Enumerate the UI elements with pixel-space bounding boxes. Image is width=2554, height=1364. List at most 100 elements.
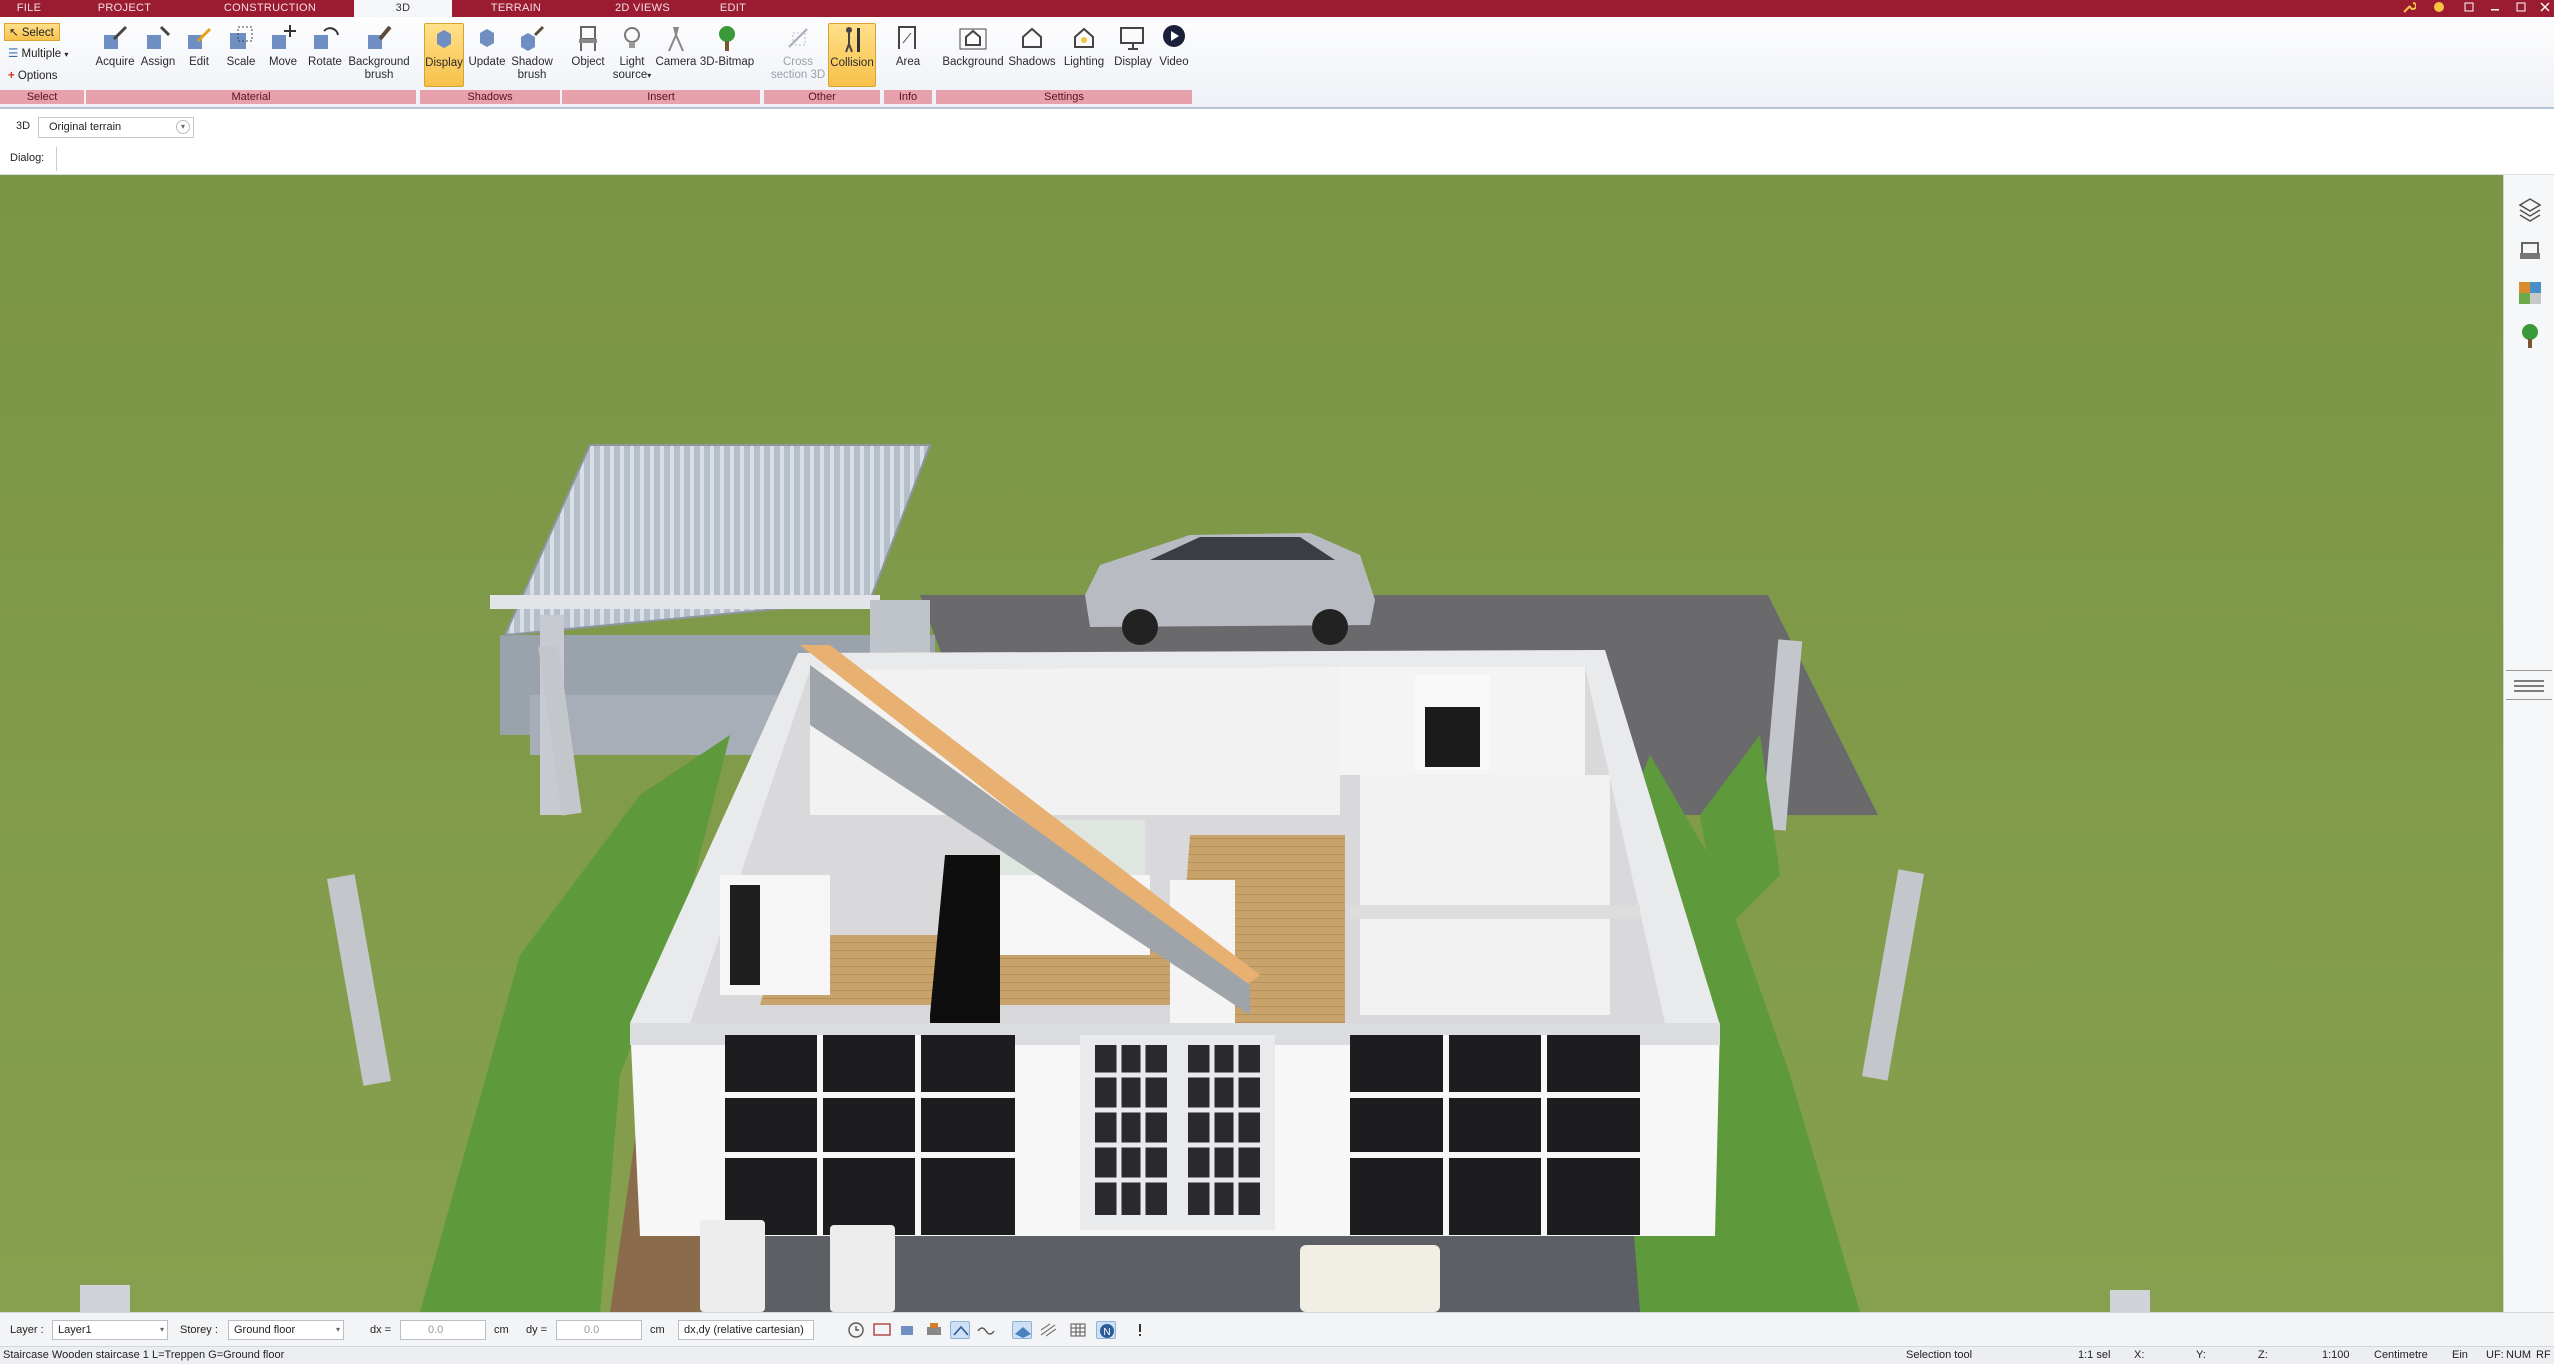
help-icon[interactable] xyxy=(2424,0,2454,17)
clock-icon[interactable] xyxy=(846,1321,866,1339)
panel-collapse-handle[interactable] xyxy=(2506,670,2552,700)
status-bar: Staircase Wooden staircase 1 L=Treppen G… xyxy=(0,1346,2554,1364)
cross-section-3d-button[interactable]: Cross section 3D xyxy=(770,23,826,82)
cube-shadow-icon xyxy=(437,30,451,48)
dialog-bar: Dialog: xyxy=(0,143,2554,175)
tree-icon[interactable] xyxy=(2516,321,2544,349)
screen-capture-icon[interactable] xyxy=(872,1321,892,1339)
snap-icon[interactable] xyxy=(950,1321,970,1339)
chevron-down-icon: ▾ xyxy=(159,1325,164,1334)
lightbulb-icon xyxy=(624,27,640,48)
cursor-icon: ↖ xyxy=(9,27,19,39)
group-label-info: Info xyxy=(884,90,932,104)
materials-icon[interactable] xyxy=(2516,279,2544,307)
active-tool: Selection tool xyxy=(1906,1349,1973,1361)
ein-indicator: Ein xyxy=(2452,1349,2468,1361)
chevron-down-icon: ▾ xyxy=(64,50,69,59)
input-bar: Layer : Layer1 ▾ Storey : Ground floor ▾… xyxy=(0,1312,2554,1346)
play-icon xyxy=(1163,25,1185,47)
wrench-icon[interactable] xyxy=(2394,0,2424,17)
tab-file[interactable]: FILE xyxy=(0,0,58,17)
select-button[interactable]: ↖ Select xyxy=(4,23,60,41)
selection-count: 1:1 sel xyxy=(2078,1349,2111,1361)
shadow-brush-button[interactable]: Shadow brush xyxy=(508,23,556,82)
chevron-down-icon: ▾ xyxy=(176,120,190,134)
close-icon[interactable] xyxy=(2530,0,2554,17)
terrain-select[interactable]: Original terrain ▾ xyxy=(38,117,194,138)
assign-button[interactable]: Assign xyxy=(138,23,178,69)
insert-camera-button[interactable]: Camera xyxy=(654,23,698,69)
print-icon[interactable] xyxy=(924,1321,944,1339)
background-brush-button[interactable]: Background brush xyxy=(346,23,412,82)
move-button[interactable]: Move xyxy=(264,23,302,69)
coordinate-mode-select[interactable]: dx,dy (relative cartesian) xyxy=(678,1320,814,1340)
tab-edit[interactable]: EDIT xyxy=(708,0,758,17)
right-side-panel xyxy=(2503,175,2554,1312)
x-coordinate-label: X: xyxy=(2134,1349,2145,1361)
3d-scene[interactable] xyxy=(0,175,2503,1312)
tab-3d[interactable]: 3D xyxy=(354,0,452,17)
storey-label: Storey : xyxy=(180,1324,218,1336)
unit-indicator: Centimetre xyxy=(2374,1349,2428,1361)
north-icon[interactable]: N xyxy=(1096,1321,1116,1339)
shadows-display-button[interactable]: Display xyxy=(424,23,464,87)
edit-material-button[interactable]: Edit xyxy=(180,23,218,69)
area-icon xyxy=(898,26,916,49)
cube-update-icon xyxy=(480,29,494,47)
tab-terrain[interactable]: TERRAIN xyxy=(456,0,576,17)
camera-path-icon[interactable] xyxy=(898,1321,918,1339)
group-label-insert: Insert xyxy=(562,90,760,104)
dx-unit: cm xyxy=(494,1324,509,1336)
hatch-icon[interactable] xyxy=(1038,1321,1058,1339)
layer-select[interactable]: Layer1 ▾ xyxy=(52,1320,168,1340)
acquire-button[interactable]: Acquire xyxy=(92,23,138,69)
storey-select[interactable]: Ground floor ▾ xyxy=(228,1320,344,1340)
tab-construction[interactable]: CONSTRUCTION xyxy=(190,0,350,17)
exclamation-icon[interactable] xyxy=(1130,1321,1150,1339)
brush-icon xyxy=(368,25,392,49)
grid-icon[interactable] xyxy=(1068,1321,1088,1339)
dx-input[interactable]: 0.0 xyxy=(400,1320,486,1340)
dy-unit: cm xyxy=(650,1324,665,1336)
person-wall-icon xyxy=(845,27,860,53)
dy-input[interactable]: 0.0 xyxy=(556,1320,642,1340)
uf-indicator: UF: xyxy=(2486,1349,2504,1361)
move-icon xyxy=(272,25,296,49)
svg-text:N: N xyxy=(1103,1327,1110,1338)
z-coordinate-label: Z: xyxy=(2258,1349,2268,1361)
dialog-label: Dialog: xyxy=(10,152,45,164)
monitor-icon xyxy=(1120,27,1144,50)
insert-3d-bitmap-button[interactable]: 3D-Bitmap xyxy=(698,23,756,69)
settings-lighting-button[interactable]: Lighting xyxy=(1058,23,1110,69)
insert-object-button[interactable]: Object xyxy=(566,23,610,69)
3d-viewport[interactable] xyxy=(0,175,2503,1312)
multiple-select-button[interactable]: ☰ Multiple ▾ xyxy=(4,45,80,63)
insert-light-source-button[interactable]: Light source▾ xyxy=(610,23,654,82)
divider xyxy=(56,147,57,171)
view-bar: 3D Original terrain ▾ xyxy=(0,111,2554,143)
house xyxy=(630,645,1720,1236)
group-label-other: Other xyxy=(764,90,880,104)
rotate-button[interactable]: Rotate xyxy=(304,23,346,69)
scale-button[interactable]: Scale xyxy=(222,23,260,69)
scale-icon xyxy=(230,26,253,49)
rf-indicator: RF xyxy=(2536,1349,2551,1361)
shadows-update-button[interactable]: Update xyxy=(466,23,508,69)
group-label-settings: Settings xyxy=(936,90,1192,104)
eyedropper-icon xyxy=(104,25,128,49)
area-button[interactable]: Area xyxy=(888,23,928,69)
plane-icon[interactable] xyxy=(1012,1321,1032,1339)
status-message: Staircase Wooden staircase 1 L=Treppen G… xyxy=(3,1349,285,1361)
options-button[interactable]: + Options xyxy=(4,67,80,85)
layers-icon[interactable] xyxy=(2516,195,2544,223)
collision-button[interactable]: Collision xyxy=(828,23,876,87)
tab-project[interactable]: PROJECT xyxy=(62,0,187,17)
settings-display-button[interactable]: Display xyxy=(1110,23,1156,69)
tab-2d-views[interactable]: 2D VIEWS xyxy=(580,0,705,17)
settings-background-button[interactable]: Background xyxy=(940,23,1006,69)
wave-icon[interactable] xyxy=(976,1321,996,1339)
settings-shadows-button[interactable]: Shadows xyxy=(1006,23,1058,69)
settings-video-button[interactable]: Video xyxy=(1156,23,1192,69)
chair-icon xyxy=(579,26,597,51)
armchair-icon[interactable] xyxy=(2516,237,2544,265)
